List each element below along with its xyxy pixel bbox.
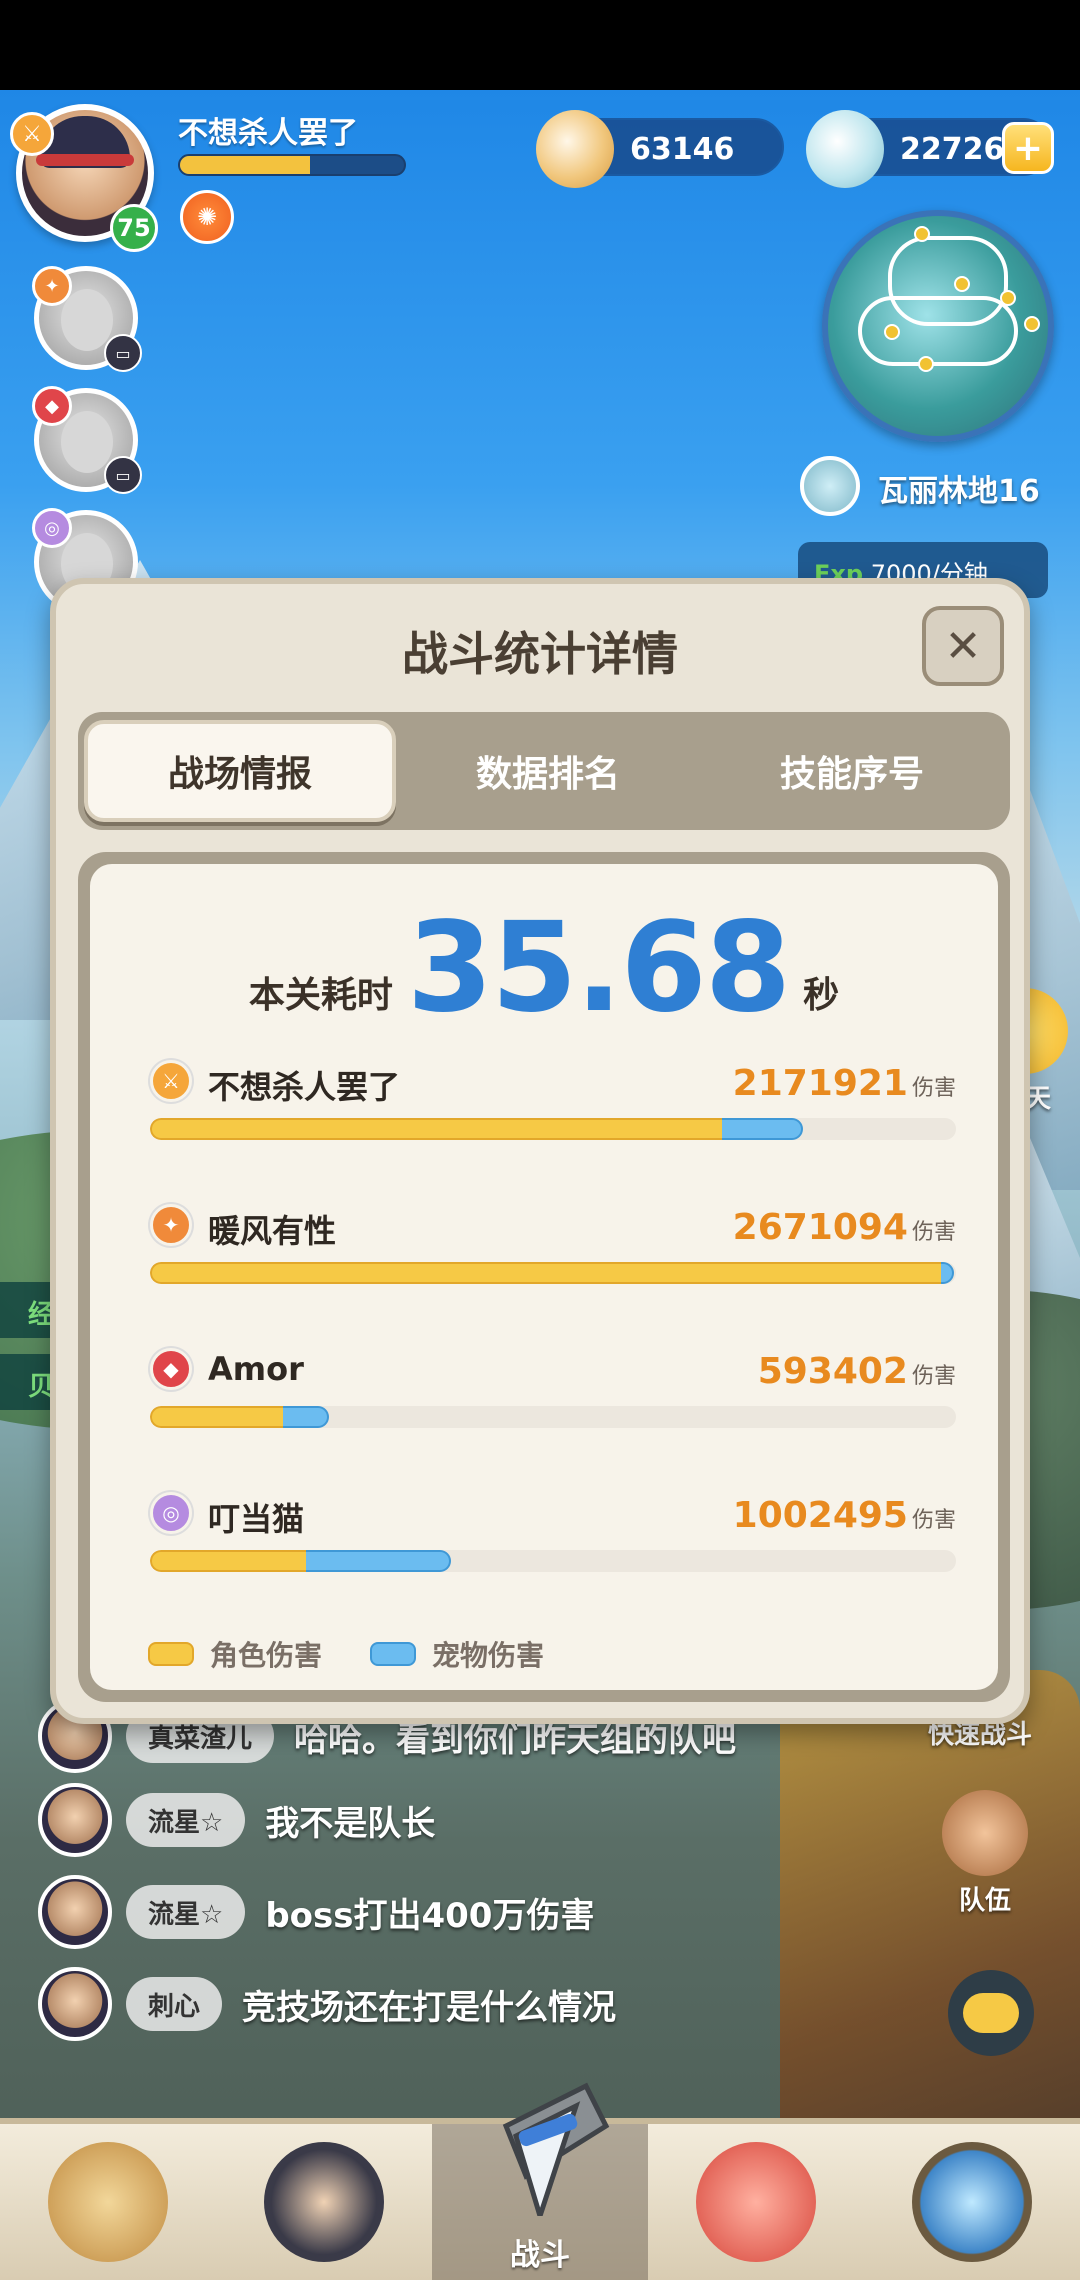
player-damage-row: ⚔ 不想杀人罢了 2171921 伤害 bbox=[150, 1060, 956, 1150]
damage-legend: 角色伤害 宠物伤害 bbox=[148, 1634, 592, 1674]
player-name: 暖风有性 bbox=[208, 1212, 337, 1250]
tab-battlefield-info[interactable]: 战场情报 bbox=[84, 720, 396, 822]
chat-line: 流星☆ boss打出400万伤害 bbox=[38, 1875, 595, 1949]
player-name: 不想杀人罢了 bbox=[178, 116, 358, 151]
dialog-title: 战斗统计详情 bbox=[402, 627, 678, 681]
portal-icon bbox=[912, 2142, 1032, 2262]
chat-sender[interactable]: 流星☆ bbox=[126, 1885, 246, 1939]
add-currency-button[interactable]: + bbox=[1002, 122, 1054, 174]
nav-item-character[interactable] bbox=[216, 2124, 432, 2280]
sword-icon bbox=[502, 2082, 610, 2216]
pearl-count: 22726 bbox=[900, 132, 1005, 167]
chat-line: 流星☆ 我不是队长 bbox=[38, 1783, 436, 1857]
pet-damage-segment bbox=[305, 1550, 451, 1572]
avatar[interactable] bbox=[38, 1967, 112, 2041]
avatar[interactable] bbox=[38, 1875, 112, 1949]
tab-skill-order[interactable]: 技能序号 bbox=[700, 720, 1004, 822]
damage-bar bbox=[150, 1118, 956, 1140]
offline-icon: ▭ bbox=[104, 334, 142, 372]
team-icon bbox=[942, 1790, 1028, 1876]
speech-bubble-icon bbox=[948, 1970, 1034, 2056]
stage-time-unit: 秒 bbox=[803, 975, 840, 1016]
mount-icon bbox=[48, 2142, 168, 2262]
map-location-name: 瓦丽林地16 bbox=[878, 474, 1040, 509]
character-damage-segment bbox=[150, 1550, 306, 1572]
shell-count: 63146 bbox=[630, 132, 735, 167]
damage-bar bbox=[150, 1262, 956, 1284]
character-damage-segment bbox=[150, 1406, 283, 1428]
offline-icon: ▭ bbox=[104, 456, 142, 494]
tab-bar: 战场情报 数据排名 技能序号 bbox=[78, 712, 1010, 830]
stats-panel: 本关耗时 35.68 秒 ⚔ 不想杀人罢了 2171921伤害 ✦ 暖风有性 bbox=[78, 852, 1010, 1702]
character-damage-swatch bbox=[148, 1642, 194, 1666]
pearl-currency[interactable]: 22726 + bbox=[806, 110, 1054, 188]
status-bar bbox=[0, 0, 1080, 90]
fish-icon: ◆ bbox=[32, 386, 72, 426]
stage-time: 本关耗时 35.68 秒 bbox=[90, 906, 998, 1030]
player-name: 不想杀人罢了 bbox=[208, 1068, 401, 1106]
character-icon bbox=[264, 2142, 384, 2262]
nav-battle-label: 战斗 bbox=[510, 2238, 570, 2273]
nav-item-mount[interactable] bbox=[0, 2124, 216, 2280]
chat-sender[interactable]: 刺心 bbox=[126, 1977, 223, 2031]
close-button[interactable]: ✕ bbox=[922, 606, 1004, 686]
player-damage-row: ✦ 暖风有性 2671094 伤害 bbox=[150, 1204, 956, 1294]
tab-data-ranking[interactable]: 数据排名 bbox=[396, 720, 700, 822]
pearl-icon bbox=[806, 110, 884, 188]
avatar[interactable] bbox=[38, 1783, 112, 1857]
stage-time-label: 本关耗时 bbox=[248, 975, 393, 1016]
flame-icon: ✦ bbox=[150, 1204, 192, 1246]
player-exp-bar bbox=[178, 154, 406, 176]
player-level-badge: 75 bbox=[110, 204, 158, 252]
pet-damage-segment bbox=[282, 1406, 329, 1428]
crossed-swords-icon: ⚔ bbox=[150, 1060, 192, 1102]
nav-item-pet[interactable] bbox=[648, 2124, 864, 2280]
shell-currency[interactable]: 63146 bbox=[536, 110, 784, 188]
player-damage-row: ◆ Amor 593402 伤害 bbox=[150, 1348, 956, 1438]
swirl-icon: ◎ bbox=[150, 1492, 192, 1534]
team-button-label: 队伍 bbox=[958, 1886, 1011, 1916]
chat-message: 竞技场还在打是什么情况 bbox=[242, 1987, 617, 2028]
damage-bar bbox=[150, 1550, 956, 1572]
buff-icon[interactable]: ✺ bbox=[180, 190, 234, 244]
character-damage-legend-label: 角色伤害 bbox=[210, 1639, 323, 1672]
damage-value: 2671094 伤害 bbox=[732, 1207, 956, 1248]
chat-message: boss打出400万伤害 bbox=[265, 1895, 595, 1936]
player-name: Amor bbox=[208, 1350, 304, 1388]
pet-icon bbox=[696, 2142, 816, 2262]
pet-damage-swatch bbox=[370, 1642, 417, 1666]
nav-item-portal[interactable] bbox=[864, 2124, 1080, 2280]
close-icon: ✕ bbox=[944, 620, 982, 672]
damage-value: 2171921 伤害 bbox=[732, 1063, 956, 1104]
damage-value: 593402 伤害 bbox=[757, 1351, 956, 1392]
chat-message: 我不是队长 bbox=[265, 1803, 436, 1844]
flame-icon: ✦ bbox=[32, 266, 72, 306]
battle-stats-dialog: 战斗统计详情 ✕ 战场情报 数据排名 技能序号 本关耗时 35.68 秒 ⚔ 不… bbox=[50, 578, 1030, 1724]
pet-damage-segment bbox=[722, 1118, 803, 1140]
damage-value: 1002495 伤害 bbox=[732, 1495, 956, 1536]
stage-time-value: 35.68 bbox=[406, 896, 791, 1040]
character-damage-segment bbox=[150, 1118, 723, 1140]
team-button[interactable]: 队伍 bbox=[930, 1790, 1040, 1917]
chat-sender[interactable]: 流星☆ bbox=[126, 1793, 246, 1847]
minimap[interactable] bbox=[822, 210, 1054, 442]
fish-icon: ◆ bbox=[150, 1348, 192, 1390]
pet-damage-segment bbox=[941, 1262, 954, 1284]
quick-battle-label: 快速战斗 bbox=[927, 1720, 1032, 1750]
player-damage-row: ◎ 叮当猫 1002495 伤害 bbox=[150, 1492, 956, 1582]
chat-line: 刺心 竞技场还在打是什么情况 bbox=[38, 1967, 617, 2041]
character-damage-segment bbox=[150, 1262, 942, 1284]
crossed-swords-icon: ⚔ bbox=[10, 112, 54, 156]
damage-bar bbox=[150, 1406, 956, 1428]
player-name: 叮当猫 bbox=[208, 1500, 305, 1538]
location-pin-icon bbox=[800, 456, 860, 516]
pet-damage-legend-label: 宠物伤害 bbox=[432, 1639, 545, 1672]
chat-toggle-button[interactable] bbox=[936, 1970, 1046, 2060]
shell-icon bbox=[536, 110, 614, 188]
swirl-icon: ◎ bbox=[32, 508, 72, 548]
